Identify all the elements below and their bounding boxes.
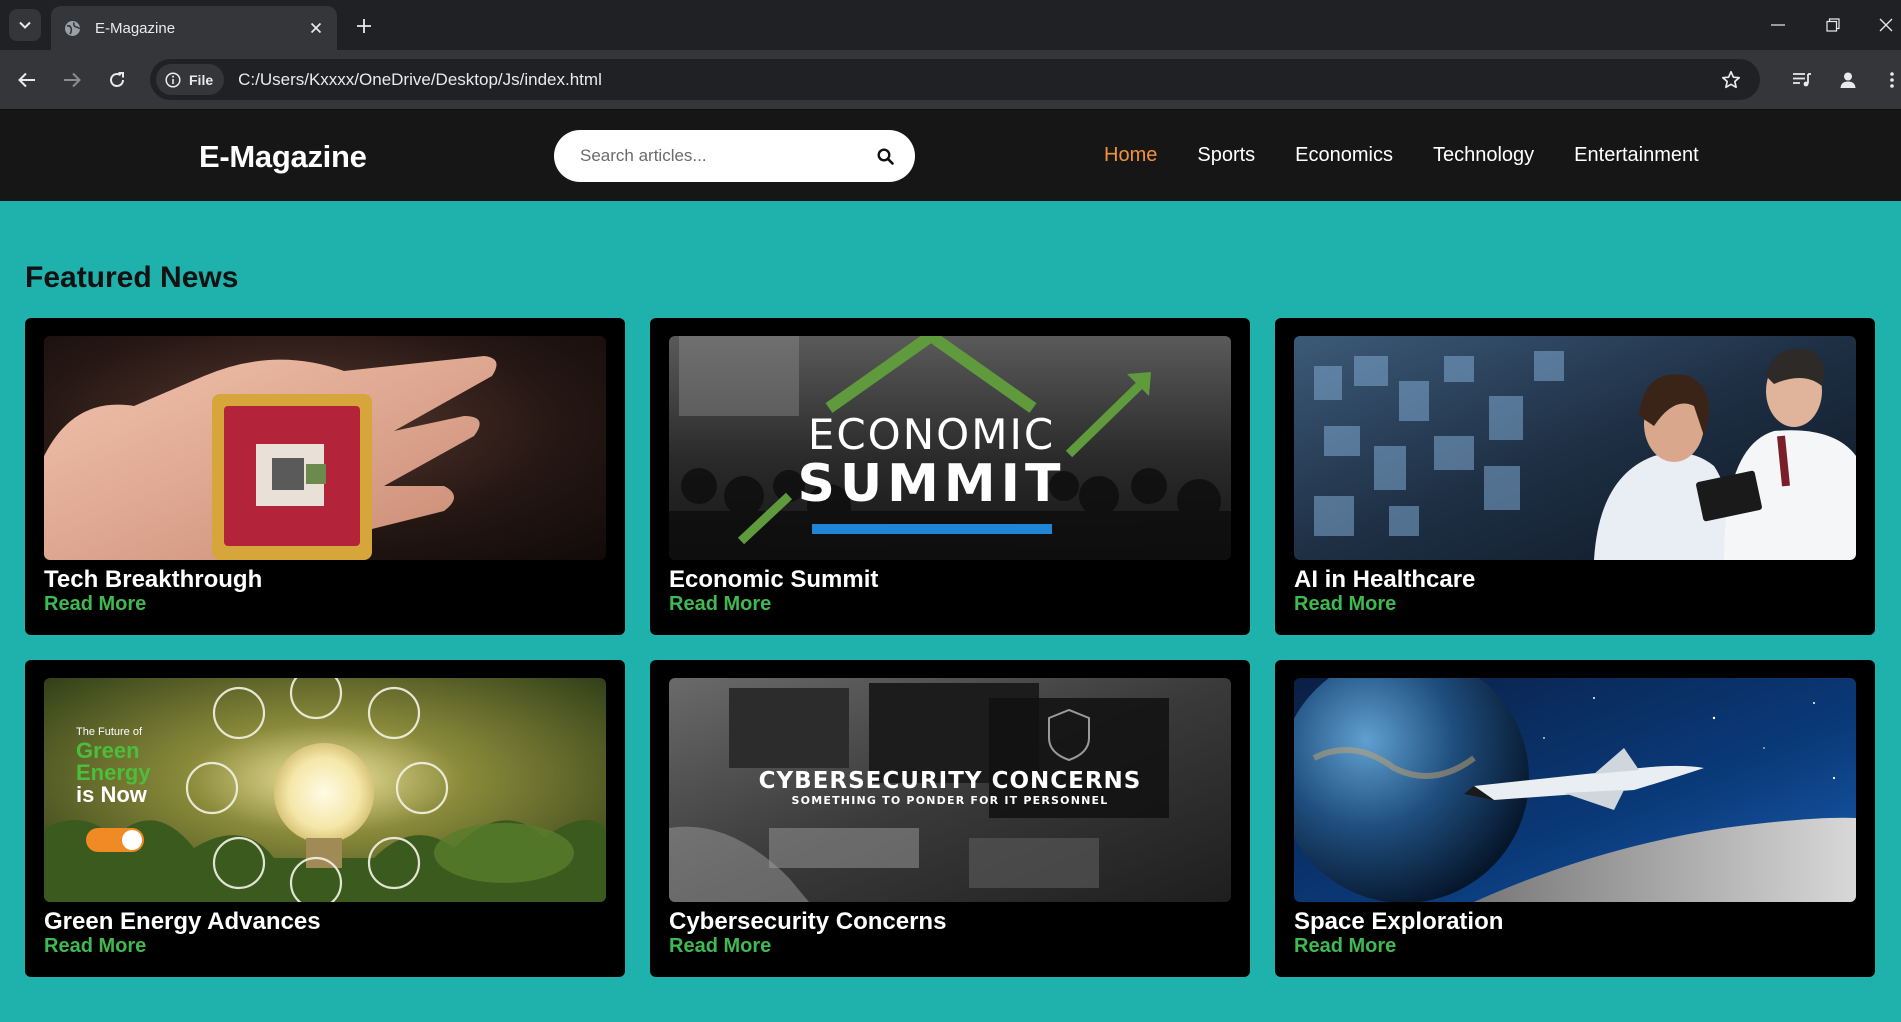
site-chip-label: File (189, 71, 214, 88)
main-nav: Home Sports Economics Technology Enterta… (1104, 110, 1739, 201)
card-title: Green Energy Advances (44, 908, 321, 935)
tab-search-button[interactable] (9, 9, 41, 41)
browser-tab[interactable]: E-Magazine (51, 6, 337, 50)
green-energy-graphic-text: The Future of Green Energy is Now (76, 727, 151, 806)
read-more-link[interactable]: Read More (1294, 935, 1856, 958)
profile-icon[interactable] (1832, 64, 1864, 96)
economic-summit-graphic-text: ECONOMIC SUMMIT (669, 410, 1194, 514)
close-window-button[interactable] (1866, 10, 1901, 40)
card-image-ai-healthcare[interactable] (1294, 336, 1856, 560)
cyber-subline: SOMETHING TO PONDER FOR IT PERSONNEL (791, 794, 1109, 807)
card-image-green-energy[interactable]: The Future of Green Energy is Now (44, 678, 606, 902)
green-line: Green (76, 738, 140, 763)
read-more-link[interactable]: Read More (669, 935, 1231, 958)
featured-grid: Tech Breakthrough Read More ECONOMIC SUM… (25, 318, 1876, 977)
economic-line: ECONOMIC (807, 410, 1056, 459)
plus-icon (357, 19, 371, 33)
news-card: CYBERSECURITY CONCERNS SOMETHING TO POND… (650, 660, 1250, 977)
minimize-icon (1771, 24, 1785, 26)
reload-icon (110, 72, 124, 87)
card-image-economic[interactable]: ECONOMIC SUMMIT (669, 336, 1231, 560)
news-card: The Future of Green Energy is Now Green … (25, 660, 625, 977)
site-info-chip[interactable]: File (156, 64, 225, 95)
search-icon (876, 147, 894, 165)
globe-icon (63, 19, 81, 37)
restore-button[interactable] (1813, 10, 1853, 40)
card-title: Economic Summit (669, 566, 879, 593)
browser-toolbar: File C:/Users/Kxxxx/OneDrive/Desktop/Js/… (0, 50, 1901, 109)
nav-sports[interactable]: Sports (1197, 144, 1255, 167)
read-more-link[interactable]: Read More (1294, 593, 1856, 616)
minimize-button[interactable] (1758, 10, 1798, 40)
restore-icon (1826, 18, 1840, 32)
summit-line: SUMMIT (797, 454, 1066, 514)
site-header: E-Magazine Home Sports Economics Technol… (0, 110, 1901, 201)
back-arrow-icon (18, 72, 35, 88)
tab-list-icon (19, 21, 31, 29)
section-title: Featured News (25, 261, 239, 294)
nav-technology[interactable]: Technology (1433, 144, 1534, 167)
card-image-space[interactable] (1294, 678, 1856, 902)
card-title: Cybersecurity Concerns (669, 908, 947, 935)
read-more-link[interactable]: Read More (44, 935, 606, 958)
future-of-line: The Future of (76, 726, 143, 738)
news-card: ECONOMIC SUMMIT Economic Summit Read Mor… (650, 318, 1250, 635)
cybersecurity-graphic-text: CYBERSECURITY CONCERNS SOMETHING TO POND… (669, 768, 1231, 808)
card-image-cybersecurity[interactable]: CYBERSECURITY CONCERNS SOMETHING TO POND… (669, 678, 1231, 902)
tab-title: E-Magazine (95, 19, 176, 37)
close-icon[interactable] (305, 17, 327, 39)
address-bar[interactable]: File C:/Users/Kxxxx/OneDrive/Desktop/Js/… (150, 59, 1760, 100)
card-title: Tech Breakthrough (44, 566, 263, 593)
search-bar (554, 130, 915, 182)
browser-tab-strip: E-Magazine (0, 0, 1901, 50)
main-content: Featured News Tech Breakthrough Read Mor… (0, 258, 1901, 977)
media-queue-icon[interactable] (1786, 64, 1818, 96)
star-icon[interactable] (1720, 69, 1742, 91)
news-card: AI in Healthcare Read More (1275, 318, 1875, 635)
nav-home[interactable]: Home (1104, 144, 1157, 167)
read-more-link[interactable]: Read More (44, 593, 606, 616)
news-card: Tech Breakthrough Read More (25, 318, 625, 635)
forward-arrow-icon (64, 72, 81, 88)
info-icon (165, 71, 181, 88)
back-button[interactable] (11, 64, 43, 96)
nav-entertainment[interactable]: Entertainment (1574, 144, 1699, 167)
card-image-tech[interactable] (44, 336, 606, 560)
search-input[interactable] (580, 146, 871, 166)
url-text[interactable]: C:/Users/Kxxxx/OneDrive/Desktop/Js/index… (238, 70, 602, 90)
new-tab-button[interactable] (350, 12, 378, 40)
site-logo[interactable]: E-Magazine (199, 139, 367, 175)
card-title: AI in Healthcare (1294, 566, 1476, 593)
is-now-line: is Now (76, 782, 147, 807)
nav-economics[interactable]: Economics (1295, 144, 1393, 167)
close-window-icon (1879, 18, 1893, 32)
cyber-headline: CYBERSECURITY CONCERNS (758, 768, 1142, 794)
reload-button[interactable] (101, 64, 133, 96)
kebab-menu-icon[interactable] (1876, 64, 1901, 96)
read-more-link[interactable]: Read More (669, 593, 1231, 616)
search-button[interactable] (871, 142, 899, 170)
energy-line: Energy (76, 760, 151, 785)
card-title: Space Exploration (1294, 908, 1504, 935)
news-card: Space Exploration Read More (1275, 660, 1875, 977)
forward-button[interactable] (56, 64, 88, 96)
